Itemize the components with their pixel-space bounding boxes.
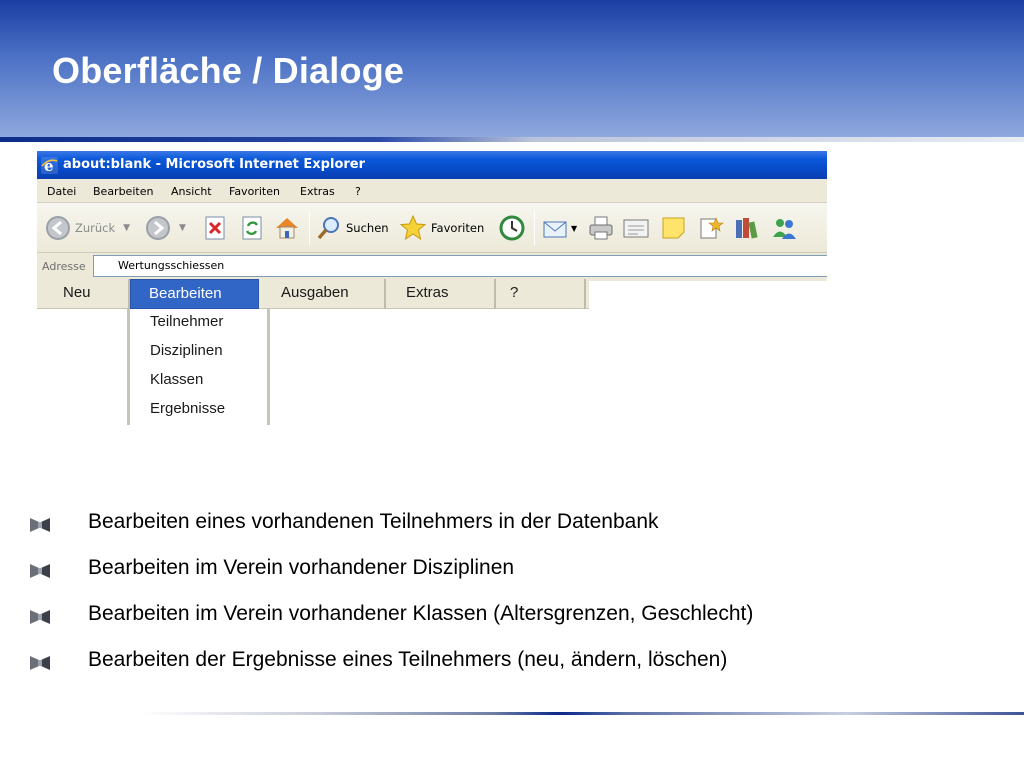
back-dropdown-arrow-icon[interactable]: ▼ (123, 223, 130, 233)
edit-button[interactable] (622, 213, 650, 243)
refresh-icon (242, 216, 262, 240)
menu-bearbeiten-active[interactable]: Bearbeiten (130, 279, 259, 309)
menu-ausgaben[interactable]: Ausgaben (259, 279, 386, 309)
books-icon (736, 218, 758, 239)
research-button[interactable] (733, 213, 761, 243)
menu-help[interactable]: ? (355, 185, 361, 198)
bullet-icon (30, 518, 50, 532)
list-item: Bearbeiten eines vorhandenen Teilnehmers… (0, 510, 1000, 540)
header-divider (0, 137, 1024, 142)
forward-dropdown-arrow-icon[interactable]: ▼ (179, 223, 186, 233)
home-icon (276, 218, 298, 239)
bullet-text: Bearbeiten im Verein vorhandener Klassen… (88, 602, 754, 625)
toolbar-separator (309, 211, 310, 245)
users-icon (773, 219, 796, 239)
bullet-text: Bearbeiten eines vorhandenen Teilnehmers… (88, 510, 659, 533)
list-item: Bearbeiten der Ergebnisse eines Teilnehm… (0, 648, 1000, 678)
forward-arrow-icon (146, 216, 170, 240)
dropdown-item-disziplinen[interactable]: Disziplinen (150, 342, 223, 359)
menu-datei[interactable]: Datei (47, 185, 76, 198)
bearbeiten-dropdown: Teilnehmer Disziplinen Klassen Ergebniss… (127, 309, 270, 425)
dropdown-item-klassen[interactable]: Klassen (150, 371, 203, 388)
back-button[interactable]: Zurück ▼ (45, 213, 130, 243)
back-arrow-icon (46, 216, 70, 240)
edit-page-icon (623, 219, 649, 238)
mail-dropdown-arrow-icon[interactable]: ▼ (571, 224, 577, 233)
menu-app-help[interactable]: ? (496, 279, 586, 309)
menu-neu[interactable]: Neu (37, 279, 130, 309)
messenger-button[interactable] (697, 213, 725, 243)
refresh-button[interactable] (240, 213, 264, 243)
menu-extras[interactable]: Extras (300, 185, 335, 198)
printer-icon (589, 216, 613, 240)
home-button[interactable] (273, 213, 301, 243)
address-label: Adresse (42, 260, 86, 273)
bullet-icon (30, 656, 50, 670)
menu-app-extras[interactable]: Extras (386, 279, 496, 309)
menu-ansicht[interactable]: Ansicht (171, 185, 212, 198)
ie-logo-icon: e (41, 157, 58, 174)
dropdown-item-teilnehmer[interactable]: Teilnehmer (150, 313, 223, 330)
ie-toolbar: Zurück ▼ ▼ Suchen Favoriten ▼ (37, 203, 827, 253)
dropdown-item-ergebnisse[interactable]: Ergebnisse (150, 400, 225, 417)
bullet-icon (30, 564, 50, 578)
favorites-button[interactable]: Favoriten (399, 213, 484, 243)
history-button[interactable] (498, 213, 526, 243)
forward-button[interactable]: ▼ (145, 213, 186, 243)
list-item: Bearbeiten im Verein vorhandener Diszipl… (0, 556, 1000, 586)
ie-window-title: about:blank - Microsoft Internet Explore… (63, 157, 366, 172)
slide: Oberfläche / Dialoge e about:blank - Mic… (0, 0, 1024, 768)
app-menubar: Neu Bearbeiten Ausgaben Extras ? (37, 279, 589, 309)
mail-icon (543, 221, 567, 238)
menu-bearbeiten[interactable]: Bearbeiten (93, 185, 153, 198)
toolbar-separator (534, 211, 535, 245)
bullet-text: Bearbeiten der Ergebnisse eines Teilnehm… (88, 648, 728, 671)
footer-divider (140, 712, 1024, 715)
bullet-icon (30, 610, 50, 624)
ie-menubar: Datei Bearbeiten Ansicht Favoriten Extra… (37, 179, 827, 203)
search-icon (317, 217, 339, 240)
search-button[interactable]: Suchen (316, 213, 389, 243)
slide-title: Oberfläche / Dialoge (52, 50, 405, 91)
stop-icon (205, 216, 225, 240)
note-icon (662, 217, 685, 239)
ie-titlebar: e about:blank - Microsoft Internet Explo… (37, 151, 827, 179)
back-label: Zurück (75, 221, 116, 235)
favorites-star-icon (399, 214, 427, 241)
print-button[interactable] (587, 213, 615, 243)
bullet-text: Bearbeiten im Verein vorhandener Diszipl… (88, 556, 515, 579)
address-bar: Adresse Wertungsschiessen (37, 253, 827, 279)
favorites-label: Favoriten (431, 221, 485, 235)
address-input[interactable]: Wertungsschiessen (93, 255, 827, 277)
mail-button[interactable]: ▼ (542, 213, 577, 243)
document-star-icon (700, 217, 724, 239)
contacts-button[interactable] (770, 213, 800, 243)
list-item: Bearbeiten im Verein vorhandener Klassen… (0, 602, 1000, 632)
history-icon (499, 215, 525, 241)
stop-button[interactable] (203, 213, 227, 243)
menu-favoriten[interactable]: Favoriten (229, 185, 280, 198)
discuss-button[interactable] (660, 213, 688, 243)
ie-window: e about:blank - Microsoft Internet Explo… (37, 151, 827, 281)
search-label: Suchen (346, 221, 389, 235)
